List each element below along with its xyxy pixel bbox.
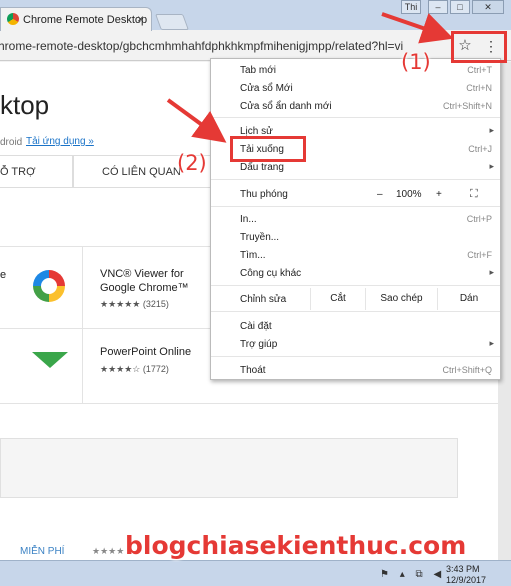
step-2-label: (2) <box>177 151 207 175</box>
highlight-downloads <box>230 136 306 162</box>
highlight-menu-button <box>451 31 507 63</box>
arrow-to-downloads <box>166 98 227 143</box>
watermark-brand: blogchiasekienthuc.com <box>125 531 467 560</box>
arrow-to-menu-button <box>381 12 454 44</box>
annotation-arrows <box>166 12 454 143</box>
step-1-label: (1) <box>401 50 431 74</box>
